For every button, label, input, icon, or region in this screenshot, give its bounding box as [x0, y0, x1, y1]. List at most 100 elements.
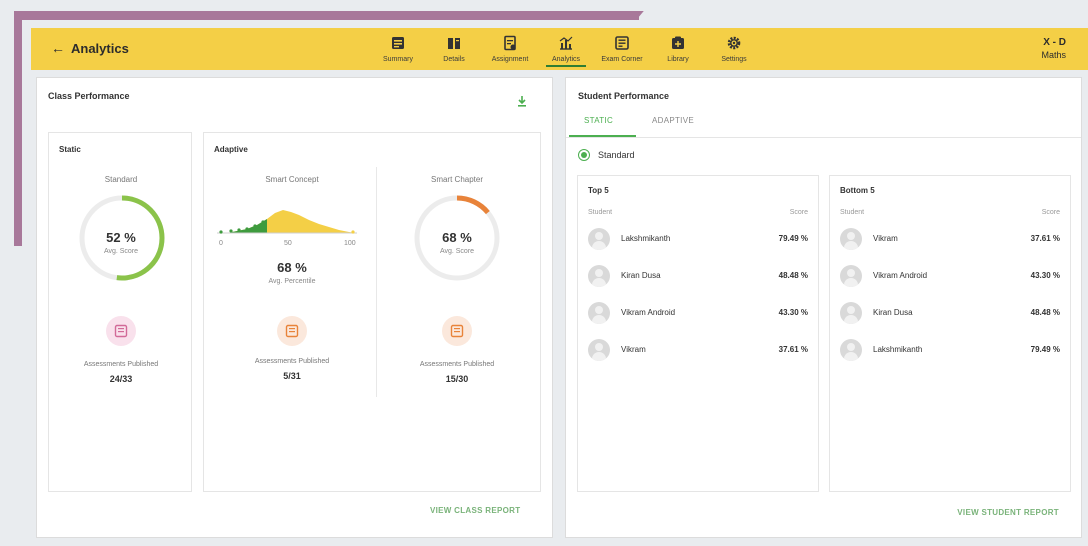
nav-item-library[interactable]: Library: [650, 33, 706, 69]
student-score: 48.48 %: [778, 271, 808, 280]
concept-published-value: 5/31: [283, 371, 301, 381]
nav-item-exam-corner[interactable]: Exam Corner: [594, 33, 650, 69]
bottom-col-score: Score: [1041, 209, 1060, 216]
top-students-title: Top 5: [588, 186, 609, 195]
assessment-icon: [285, 324, 299, 338]
avatar: [840, 265, 862, 287]
assessment-icon: [450, 324, 464, 338]
student-performance-panel: Student Performance STATIC ADAPTIVE Stan…: [565, 77, 1082, 538]
distribution-point: [351, 230, 355, 234]
active-tab-indicator: [569, 135, 636, 137]
student-performance-tabs: STATIC ADAPTIVE: [566, 108, 1081, 138]
view-student-report-link[interactable]: VIEW STUDENT REPORT: [957, 508, 1059, 517]
decorative-frame-left: [14, 11, 22, 246]
axis-tick-0: 0: [219, 240, 223, 247]
chapter-published-icon: [442, 316, 472, 346]
student-name: Vikram: [873, 234, 898, 243]
nav-item-analytics[interactable]: Analytics: [538, 33, 594, 69]
student-score: 37.61 %: [1030, 234, 1060, 243]
top-col-student: Student: [588, 209, 613, 216]
student-row[interactable]: Lakshmikanth 79.49 %: [830, 339, 1070, 369]
nav-item-summary[interactable]: Summary: [370, 33, 426, 69]
student-name: Kiran Dusa: [621, 271, 661, 280]
avatar: [588, 265, 610, 287]
subject-name: Maths: [1041, 50, 1066, 60]
top-students-card: Top 5 Student Score Lakshmikanth 79.49 %…: [577, 175, 819, 492]
static-published-value: 24/33: [109, 374, 133, 384]
class-name: X - D: [1043, 37, 1066, 48]
chapter-published-label: Assessments Published: [419, 361, 495, 368]
tab-adaptive[interactable]: ADAPTIVE: [652, 116, 694, 125]
nav-label: Analytics: [551, 56, 580, 63]
analytics-icon: [559, 36, 573, 50]
student-row[interactable]: Kiran Dusa 48.48 %: [830, 302, 1070, 332]
student-performance-title: Student Performance: [578, 91, 670, 101]
smart-chapter-label: Smart Chapter: [430, 175, 484, 184]
student-row[interactable]: Vikram 37.61 %: [578, 339, 818, 369]
nav-label: Library: [667, 56, 689, 63]
distribution-point: [245, 227, 249, 231]
student-score: 79.49 %: [1030, 345, 1060, 354]
avatar: [840, 339, 862, 361]
decorative-frame-top: [14, 11, 639, 20]
nav-item-settings[interactable]: Settings: [706, 33, 762, 69]
smart-concept-sub: Avg. Percentile: [268, 278, 316, 285]
nav-item-details[interactable]: Details: [426, 33, 482, 69]
smart-chapter-value: 68 %: [442, 230, 472, 245]
distribution-point: [229, 229, 233, 233]
settings-icon: [727, 36, 741, 50]
static-gauge-label: Standard: [104, 175, 138, 184]
distribution-point: [253, 224, 257, 228]
student-score: 79.49 %: [778, 234, 808, 243]
back-arrow-icon: ←: [51, 40, 65, 56]
back-button[interactable]: ← Analytics: [51, 40, 129, 56]
exam-corner-icon: [615, 36, 629, 50]
nav-item-assignment[interactable]: Assignment: [482, 33, 538, 69]
nav-label: Assignment: [491, 56, 529, 63]
details-icon: [448, 38, 460, 49]
avatar: [588, 339, 610, 361]
assignment-icon: [504, 35, 516, 51]
adaptive-divider: [376, 167, 377, 397]
library-icon: [672, 36, 684, 49]
nav-label: Summary: [383, 56, 413, 63]
app-header: ← Analytics Summary Details Assignment A…: [31, 28, 1088, 70]
avatar: [840, 228, 862, 250]
tab-static[interactable]: STATIC: [584, 116, 613, 125]
student-row[interactable]: Vikram 37.61 %: [830, 228, 1070, 258]
smart-concept-value: 68 %: [277, 260, 307, 275]
page-title: Analytics: [71, 40, 129, 56]
top-col-score: Score: [789, 209, 808, 216]
student-row[interactable]: Vikram Android 43.30 %: [830, 265, 1070, 295]
assessment-icon: [114, 324, 128, 338]
decorative-frame-corner: [596, 11, 644, 20]
radio-button[interactable]: [578, 149, 590, 161]
static-card-title: Static: [59, 145, 81, 154]
static-score-value: 52 %: [106, 230, 136, 245]
student-name: Vikram Android: [873, 271, 928, 280]
download-icon[interactable]: [515, 94, 529, 108]
student-row[interactable]: Kiran Dusa 48.48 %: [578, 265, 818, 295]
smart-concept-label: Smart Concept: [265, 175, 319, 184]
percentile-distribution-chart: [217, 210, 357, 234]
bottom-col-student: Student: [840, 209, 865, 216]
static-published-icon: [106, 316, 136, 346]
student-score: 37.61 %: [778, 345, 808, 354]
standard-radio[interactable]: Standard: [578, 149, 635, 161]
axis-tick-50: 50: [284, 240, 292, 247]
distribution-area-highlight: [217, 219, 267, 233]
smart-chapter-sub: Avg. Score: [439, 248, 475, 255]
top-nav: Summary Details Assignment Analytics Exa…: [370, 33, 762, 69]
student-row[interactable]: Lakshmikanth 79.49 %: [578, 228, 818, 258]
distribution-point: [237, 228, 241, 232]
nav-label: Details: [443, 56, 465, 63]
student-row[interactable]: Vikram Android 43.30 %: [578, 302, 818, 332]
chapter-published-value: 15/30: [445, 374, 469, 384]
avatar: [840, 302, 862, 324]
axis-tick-100: 100: [344, 240, 356, 247]
view-class-report-link[interactable]: VIEW CLASS REPORT: [430, 506, 520, 515]
adaptive-card-title: Adaptive: [214, 145, 248, 154]
summary-icon: [392, 37, 404, 49]
class-performance-title: Class Performance: [48, 91, 130, 101]
concept-published-label: Assessments Published: [254, 358, 330, 365]
